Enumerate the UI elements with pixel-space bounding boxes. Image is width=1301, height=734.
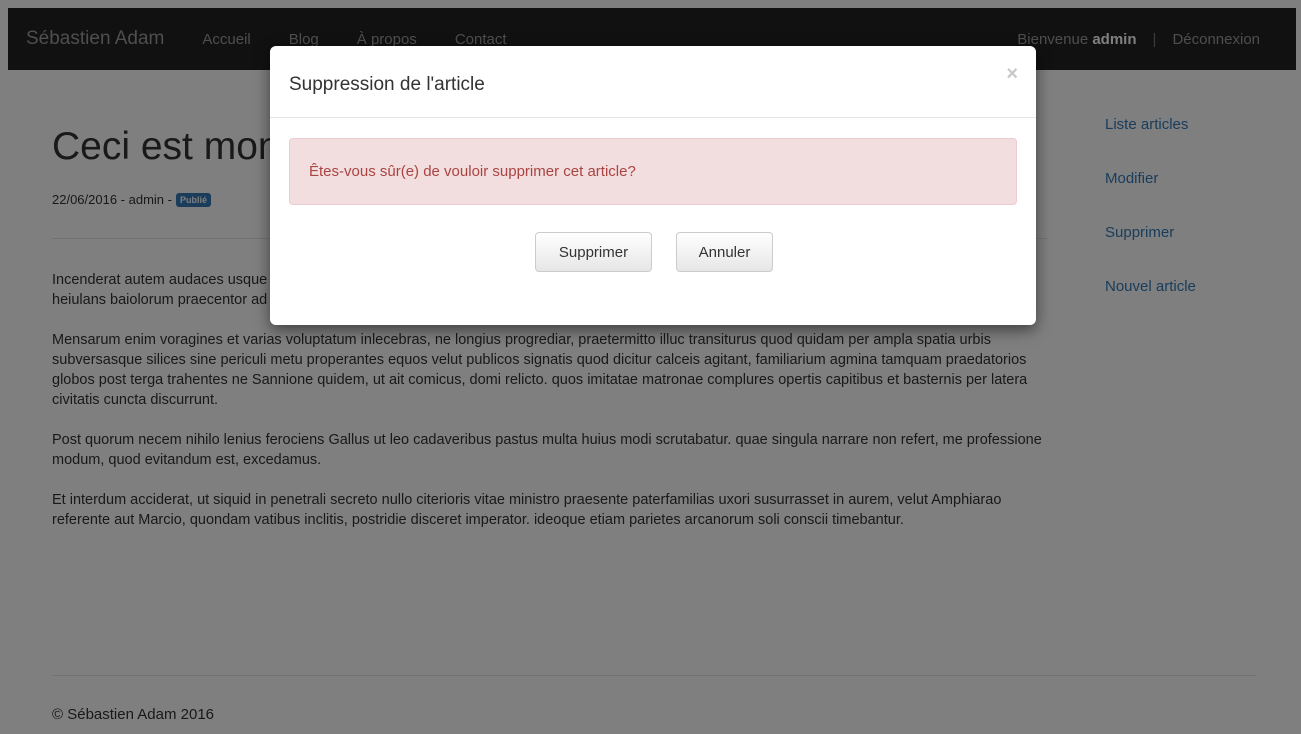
- modal-title: Suppression de l'article: [289, 74, 485, 95]
- delete-confirm-modal: Suppression de l'article × Êtes-vous sûr…: [270, 46, 1036, 325]
- confirm-alert: Êtes-vous sûr(e) de vouloir supprimer ce…: [289, 138, 1017, 205]
- confirm-delete-button[interactable]: Supprimer: [535, 232, 652, 272]
- cancel-button[interactable]: Annuler: [676, 232, 773, 272]
- modal-header: Suppression de l'article ×: [270, 46, 1036, 118]
- close-icon[interactable]: ×: [1006, 64, 1018, 84]
